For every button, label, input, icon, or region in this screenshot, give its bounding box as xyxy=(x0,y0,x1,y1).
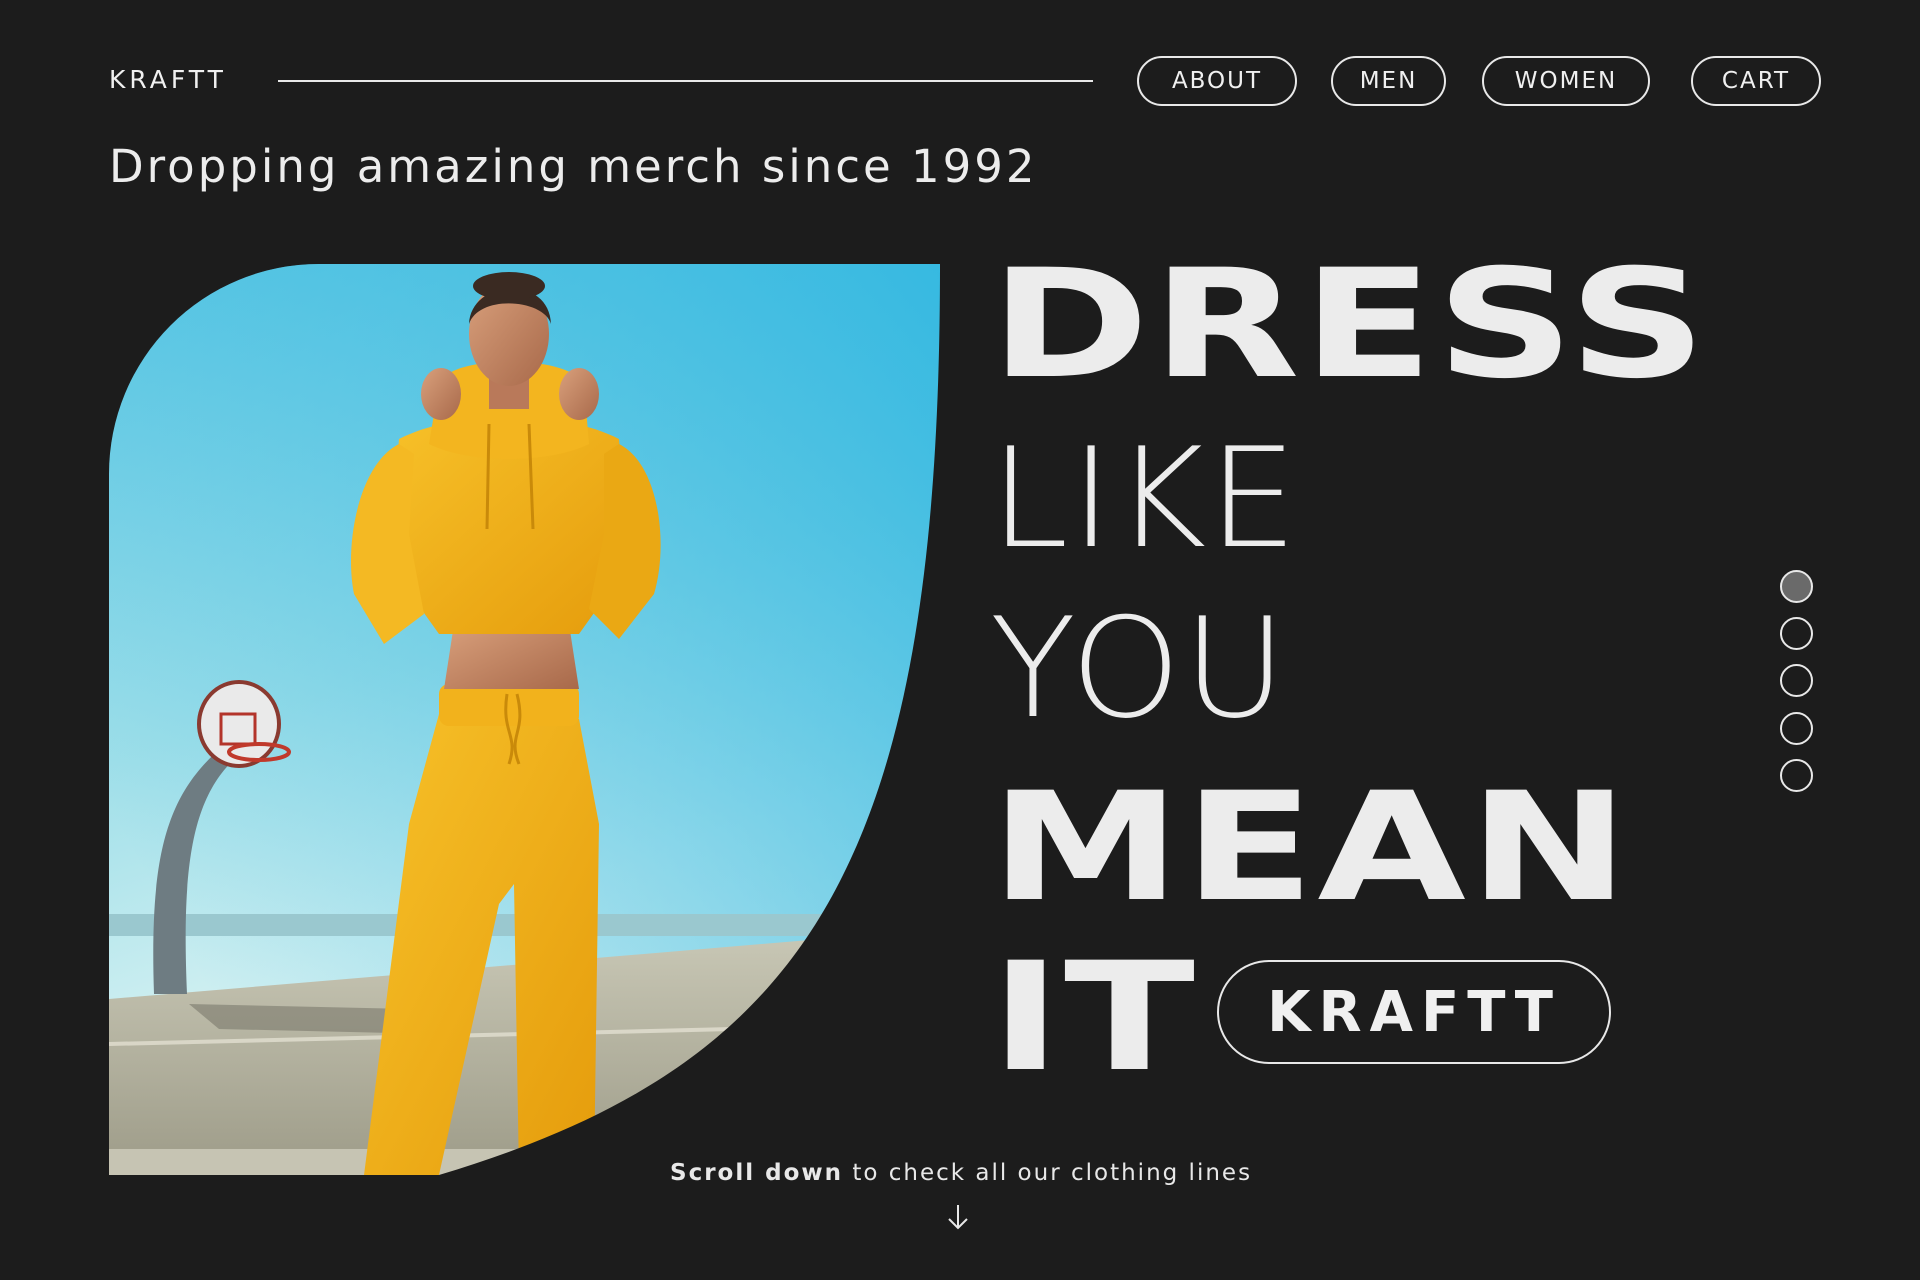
header-divider xyxy=(278,80,1093,82)
headline-line-dress: DRESS xyxy=(990,238,1710,412)
tagline: Dropping amazing merch since 1992 xyxy=(109,140,1038,193)
scroll-hint-text: to check all our clothing lines xyxy=(843,1160,1253,1186)
scroll-hint-bold: Scroll down xyxy=(670,1160,844,1186)
headline-line-you: YOU xyxy=(990,588,1289,749)
brand-logo[interactable]: KRAFTT xyxy=(109,65,227,94)
kraftt-badge-button[interactable]: KRAFTT xyxy=(1217,960,1611,1064)
slider-dot-4[interactable] xyxy=(1780,712,1813,745)
headline-line-like: LIKE xyxy=(990,418,1300,579)
arrow-down-icon[interactable] xyxy=(946,1203,970,1231)
slider-dot-5[interactable] xyxy=(1780,759,1813,792)
slider-dot-1[interactable] xyxy=(1780,570,1813,603)
headline-line-mean: MEAN xyxy=(990,761,1632,935)
nav-cart-button[interactable]: CART xyxy=(1691,56,1821,106)
nav-women-button[interactable]: WOMEN xyxy=(1482,56,1650,106)
slider-dot-2[interactable] xyxy=(1780,617,1813,650)
scroll-hint: Scroll down to check all our clothing li… xyxy=(670,1160,1250,1186)
headline-line-it: IT xyxy=(990,931,1198,1105)
hero-photo xyxy=(109,264,940,1175)
landing-page: KRAFTT ABOUT MEN WOMEN CART Dropping ama… xyxy=(0,0,1920,1280)
slider-dot-3[interactable] xyxy=(1780,664,1813,697)
nav-men-button[interactable]: MEN xyxy=(1331,56,1446,106)
nav-about-button[interactable]: ABOUT xyxy=(1137,56,1297,106)
